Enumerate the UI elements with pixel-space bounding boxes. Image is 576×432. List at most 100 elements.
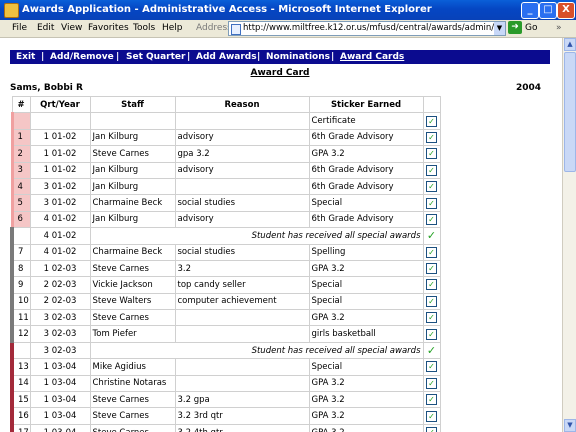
note-cell: Student has received all special awards bbox=[89, 227, 424, 245]
awarded-checkbox[interactable]: ✓ bbox=[426, 164, 437, 176]
awarded-checkbox[interactable]: ✓ bbox=[426, 361, 437, 373]
table-row: 12 3 02-03 Tom Piefer girls basketball ✓ bbox=[10, 325, 441, 343]
awarded-checkbox-cell[interactable]: ✓ bbox=[422, 292, 441, 311]
row-number: 9 bbox=[10, 276, 31, 294]
row-number: 11 bbox=[10, 309, 31, 327]
sticker-cell: GPA 3.2 bbox=[308, 309, 424, 327]
reason-cell bbox=[174, 358, 310, 376]
address-url[interactable]: http://www.miltfree.k12.or.us/mfusd/cent… bbox=[243, 23, 505, 33]
awarded-checkbox-cell[interactable]: ✓ bbox=[422, 407, 441, 425]
table-header-row: # Qrt/Year Staff Reason Sticker Earned bbox=[11, 95, 441, 114]
reason-cell: 3.2 4th qtr bbox=[174, 423, 310, 432]
awarded-checkbox[interactable]: ✓ bbox=[426, 131, 437, 143]
awarded-checkbox-cell[interactable]: ✓ bbox=[422, 243, 441, 261]
menu-favorites[interactable]: Favorites bbox=[88, 23, 129, 33]
awarded-checkbox-cell[interactable]: ✓ bbox=[422, 177, 441, 196]
staff-cell: Steve Carnes bbox=[89, 423, 176, 432]
awarded-checkbox[interactable]: ✓ bbox=[426, 279, 437, 291]
title-bar: Awards Application - Administrative Acce… bbox=[0, 0, 576, 20]
awarded-checkbox[interactable]: ✓ bbox=[426, 328, 437, 340]
awarded-checkbox-cell[interactable]: ✓ bbox=[422, 161, 441, 179]
address-label: Address bbox=[196, 23, 232, 33]
awarded-checkbox[interactable]: ✓ bbox=[426, 115, 437, 127]
menu-help[interactable]: Help bbox=[162, 23, 183, 33]
sticker-cell: GPA 3.2 bbox=[308, 391, 424, 409]
awarded-checkbox-cell[interactable]: ✓ bbox=[422, 194, 441, 212]
sticker-cell: 6th Grade Advisory bbox=[308, 161, 424, 179]
quarter-year-cell: 3 01-02 bbox=[29, 177, 91, 196]
menu-view[interactable]: View bbox=[61, 23, 82, 33]
awarded-checkbox[interactable]: ✓ bbox=[426, 410, 437, 422]
nav-separator: | bbox=[257, 52, 261, 62]
sticker-cell: GPA 3.2 bbox=[308, 259, 424, 278]
awarded-checkbox-cell[interactable]: ✓ bbox=[422, 391, 441, 409]
awarded-checkbox-cell[interactable]: ✓ bbox=[422, 325, 441, 343]
awarded-checkbox-cell[interactable]: ✓ bbox=[422, 145, 441, 163]
menu-tools[interactable]: Tools bbox=[133, 23, 155, 33]
go-arrow-icon[interactable]: ➜ bbox=[508, 21, 522, 34]
window-title: Awards Application - Administrative Acce… bbox=[22, 4, 432, 15]
awarded-checkbox-cell[interactable]: ✓ bbox=[422, 259, 441, 278]
awarded-checkbox[interactable]: ✓ bbox=[426, 213, 437, 225]
row-number bbox=[10, 112, 31, 130]
awarded-checkbox-cell[interactable]: ✓ bbox=[422, 210, 441, 229]
go-button[interactable]: Go bbox=[525, 23, 537, 33]
row-number: 7 bbox=[10, 243, 31, 261]
awarded-checkbox-cell[interactable]: ✓ bbox=[422, 309, 441, 327]
menu-edit[interactable]: Edit bbox=[37, 23, 54, 33]
awarded-checkbox-cell[interactable]: ✓ bbox=[422, 112, 441, 130]
table-note-row: 4 01-02 Student has received all special … bbox=[10, 227, 441, 245]
scroll-up-icon[interactable]: ▲ bbox=[564, 38, 576, 51]
scroll-thumb[interactable] bbox=[564, 52, 576, 172]
awarded-checkbox[interactable]: ✓ bbox=[426, 295, 437, 307]
nav-nominations[interactable]: Nominations bbox=[266, 52, 330, 62]
nav-separator: | bbox=[116, 52, 120, 62]
address-field[interactable]: http://www.miltfree.k12.or.us/mfusd/cent… bbox=[228, 21, 506, 36]
awarded-checkbox[interactable]: ✓ bbox=[426, 312, 437, 324]
minimize-button[interactable]: _ bbox=[521, 2, 539, 19]
row-number: 8 bbox=[10, 259, 31, 278]
column-header: Staff bbox=[89, 95, 176, 114]
awarded-checkbox[interactable]: ✓ bbox=[426, 394, 437, 406]
table-row: 13 1 03-04 Mike Agidius Special ✓ bbox=[10, 358, 441, 376]
sticker-cell: GPA 3.2 bbox=[308, 423, 424, 432]
nav-add-awards[interactable]: Add Awards bbox=[196, 52, 257, 62]
awarded-checkbox[interactable]: ✓ bbox=[426, 427, 437, 432]
awarded-checkbox-cell[interactable]: ✓ bbox=[422, 358, 441, 376]
menu-file[interactable]: File bbox=[12, 23, 27, 33]
maximize-button[interactable]: □ bbox=[539, 2, 557, 19]
staff-cell: Christine Notaras bbox=[89, 374, 176, 393]
sticker-cell: 6th Grade Advisory bbox=[308, 128, 424, 147]
awarded-checkbox[interactable]: ✓ bbox=[426, 148, 437, 160]
reason-cell: gpa 3.2 bbox=[174, 145, 310, 163]
awarded-checkbox[interactable]: ✓ bbox=[426, 263, 437, 275]
scroll-down-icon[interactable]: ▼ bbox=[564, 419, 576, 432]
table-row: 14 1 03-04 Christine Notaras GPA 3.2 ✓ bbox=[10, 374, 441, 393]
menu-bar: File Edit View Favorites Tools Help Addr… bbox=[0, 20, 576, 38]
awarded-checkbox-cell[interactable]: ✓ bbox=[422, 423, 441, 432]
awarded-checkbox[interactable]: ✓ bbox=[426, 246, 437, 258]
table-row: 11 3 02-03 Steve Carnes GPA 3.2 ✓ bbox=[10, 309, 441, 327]
nav-exit[interactable]: Exit bbox=[16, 52, 35, 62]
awarded-checkbox-cell[interactable]: ✓ bbox=[422, 128, 441, 147]
awarded-checkbox-cell[interactable]: ✓ bbox=[422, 276, 441, 294]
quarter-year-cell bbox=[29, 112, 91, 130]
links-chevron[interactable]: » bbox=[556, 23, 562, 33]
quarter-year-cell: 3 02-03 bbox=[29, 325, 91, 343]
close-button[interactable]: X bbox=[557, 2, 575, 19]
awarded-checkbox[interactable]: ✓ bbox=[426, 197, 437, 209]
nav-add-remove[interactable]: Add/Remove bbox=[50, 52, 114, 62]
column-header: Qrt/Year bbox=[29, 95, 91, 114]
address-dropdown-icon[interactable]: ▼ bbox=[494, 22, 505, 35]
vertical-scrollbar[interactable]: ▲ ▼ bbox=[562, 38, 576, 432]
awarded-checkbox-cell[interactable]: ✓ bbox=[422, 374, 441, 393]
awarded-checkbox[interactable]: ✓ bbox=[426, 377, 437, 389]
sticker-cell: Special bbox=[308, 358, 424, 376]
row-number: 12 bbox=[10, 325, 31, 343]
nav-set-quarter[interactable]: Set Quarter bbox=[126, 52, 185, 62]
nav-award-cards[interactable]: Award Cards bbox=[340, 52, 404, 62]
awarded-checkbox[interactable]: ✓ bbox=[426, 181, 437, 193]
row-number: 14 bbox=[10, 374, 31, 393]
table-row: Certificate ✓ bbox=[10, 112, 441, 130]
staff-cell: Mike Agidius bbox=[89, 358, 176, 376]
